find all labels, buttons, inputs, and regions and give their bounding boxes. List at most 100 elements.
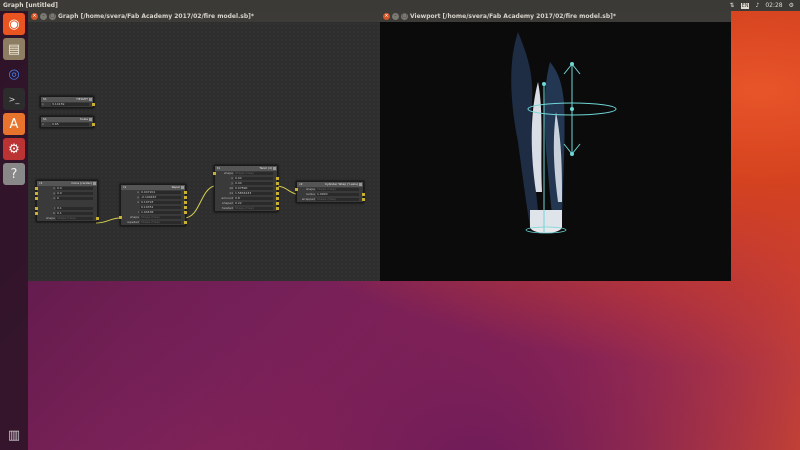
field-value[interactable]: 0.0 (56, 187, 93, 190)
node-repel[interactable]: r1 Repel x 0.047201 y -0.190467 z 0.19793 0… (119, 184, 187, 226)
field-value[interactable]: 1.04436 (140, 211, 181, 214)
keyboard-layout-indicator[interactable]: EN (740, 2, 750, 9)
field-value[interactable]: 0.07890 (234, 187, 273, 190)
system-tray: ⇅ EN ♪ 02:28 ⚙ (730, 0, 800, 11)
close-icon[interactable]: × (383, 13, 390, 20)
field-value[interactable]: 0.0 (56, 192, 93, 195)
output-port[interactable] (96, 217, 99, 220)
volume-icon[interactable]: ♪ (755, 0, 759, 11)
field-value[interactable]: 0.1 (56, 212, 93, 215)
viewport-window: × – □ Viewport [/home/svera/Fab Academy … (380, 11, 731, 281)
node-cone[interactable]: c1 Cone (center) x 0.0 y 0.0 z0 r 0.1 h 0.1 … (35, 180, 99, 222)
node-close-icon[interactable] (93, 182, 96, 185)
node-badge: t1 (217, 166, 221, 170)
graph-window-titlebar[interactable]: × – □ Graph [/home/svera/Fab Academy 201… (28, 11, 380, 22)
node-close-icon[interactable] (89, 118, 92, 121)
field-label: x (42, 122, 44, 126)
software-center-icon[interactable]: A (3, 113, 25, 135)
viewport-window-titlebar[interactable]: × – □ Viewport [/home/svera/Fab Academy … (380, 11, 731, 22)
node-scale[interactable]: h1 Scale x 0.65 (40, 116, 95, 128)
field-value[interactable]: 0.1 (56, 207, 93, 210)
files-icon[interactable]: ▤ (3, 38, 25, 60)
node-badge: h1 (43, 97, 47, 101)
field-value[interactable]: 1.0900 (316, 193, 359, 196)
field-value[interactable]: 0.04 (234, 177, 273, 180)
field-value[interactable]: -0.190467 (140, 196, 181, 199)
field-value: Shape (tree) (234, 172, 273, 175)
node-close-icon[interactable] (181, 186, 184, 189)
output-port[interactable] (184, 206, 187, 209)
node-field[interactable]: shape Shape (tree) (37, 216, 99, 221)
output-port[interactable] (276, 177, 279, 180)
field-value[interactable]: 0.22 (234, 202, 273, 205)
input-port[interactable] (35, 187, 38, 190)
field-label: twisted (222, 206, 233, 210)
node-twist[interactable]: t1 Twist (4) shape Shape (tree) x 0.04 y 0.… (213, 165, 279, 212)
output-port[interactable] (184, 201, 187, 204)
node-height[interactable]: h1 HEIGHT x 3.14159 (40, 96, 95, 108)
maximize-icon[interactable]: □ (49, 13, 56, 20)
node-field[interactable]: wrapped Shape (tree) (297, 197, 365, 202)
node-field[interactable]: x 0.65 (41, 122, 95, 127)
field-value[interactable]: 0.04 (234, 182, 273, 185)
node-graph-canvas[interactable]: h1 HEIGHT x 3.14159 h1 Scale x 0.65 c1 C… (28, 22, 380, 281)
gear-icon[interactable]: ⚙ (789, 0, 794, 11)
minimize-icon[interactable]: – (40, 13, 47, 20)
input-port[interactable] (119, 216, 122, 219)
output-port[interactable] (92, 123, 95, 126)
node-close-icon[interactable] (273, 167, 276, 170)
wire (95, 217, 121, 224)
node-field[interactable]: twisted Shape (tree) (215, 206, 279, 211)
maximize-icon[interactable]: □ (401, 13, 408, 20)
node-close-icon[interactable] (89, 98, 92, 101)
ubuntu-home-icon[interactable]: ◉ (3, 13, 25, 35)
input-port[interactable] (35, 207, 38, 210)
output-port[interactable] (184, 221, 187, 224)
output-port[interactable] (276, 197, 279, 200)
output-port[interactable] (276, 187, 279, 190)
clock[interactable]: 02:28 (765, 0, 782, 11)
field-value: Shape (tree) (316, 188, 359, 191)
field-value[interactable]: 0.10351 (140, 206, 181, 209)
output-port[interactable] (276, 207, 279, 210)
field-value[interactable]: 0.047201 (140, 191, 181, 194)
output-port[interactable] (276, 192, 279, 195)
network-icon[interactable]: ⇅ (730, 0, 735, 11)
close-icon[interactable]: × (31, 13, 38, 20)
field-value[interactable]: 0.19793 (140, 201, 181, 204)
flame-base (530, 210, 562, 227)
terminal-icon[interactable]: >_ (3, 88, 25, 110)
input-port[interactable] (35, 192, 38, 195)
field-value[interactable]: 0 (56, 197, 93, 200)
output-port[interactable] (276, 202, 279, 205)
settings-icon[interactable]: ⚙ (3, 138, 25, 160)
input-port[interactable] (213, 172, 216, 175)
3d-viewport[interactable] (380, 22, 731, 281)
field-value[interactable]: 1.5834233 (234, 192, 273, 195)
output-port[interactable] (184, 191, 187, 194)
output-port[interactable] (276, 182, 279, 185)
output-port[interactable] (362, 193, 365, 196)
output-port[interactable] (184, 211, 187, 214)
trash-icon[interactable]: ▥ (3, 424, 25, 446)
output-port[interactable] (362, 198, 365, 201)
input-port[interactable] (35, 212, 38, 215)
flame-model-render[interactable] (380, 22, 731, 281)
field-value[interactable]: 0.65 (51, 123, 89, 126)
field-value[interactable]: 3.14159 (51, 103, 89, 106)
node-close-icon[interactable] (359, 183, 362, 186)
help-icon[interactable]: ? (3, 163, 25, 185)
node-field[interactable]: x 3.14159 (41, 102, 95, 107)
graph-window-title: Graph [/home/svera/Fab Academy 2017/02/f… (58, 13, 255, 20)
chrome-icon[interactable]: ◎ (3, 63, 25, 85)
node-field[interactable]: repelled Shape (tree) (121, 220, 187, 225)
input-port[interactable] (35, 197, 38, 200)
field-label: wrapped (301, 197, 315, 201)
output-port[interactable] (92, 103, 95, 106)
input-port[interactable] (295, 188, 298, 191)
node-cylinder-wrap[interactable]: c2 Cylinder Wrap (Y-axis) shape Shape (tr… (295, 181, 365, 203)
output-port[interactable] (184, 196, 187, 199)
field-value[interactable]: 0.8 (234, 197, 273, 200)
minimize-icon[interactable]: – (392, 13, 399, 20)
wire (275, 185, 297, 195)
